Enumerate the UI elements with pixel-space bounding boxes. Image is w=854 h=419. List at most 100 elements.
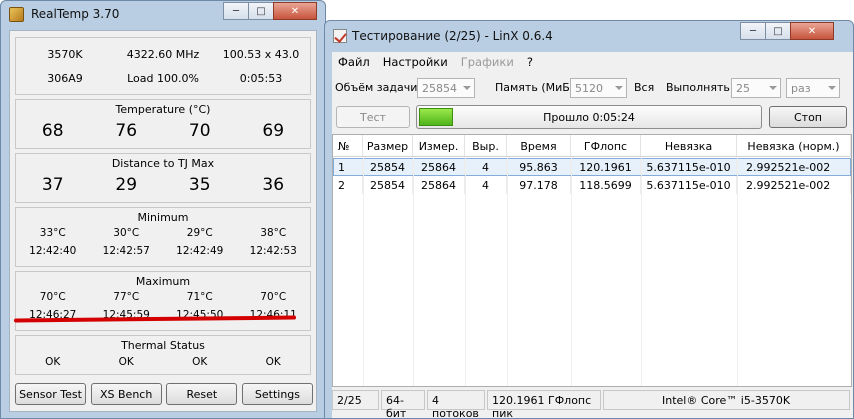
grid-line [465,157,466,386]
stop-button[interactable]: Стоп [769,106,847,128]
table-header: № Размер Измер. Выр. Время ГФлопс Невязк… [333,135,851,157]
table-cell: 5.637115e-010 [641,176,737,194]
test-parameters: Объём задачи: 25854 Память (МиБ): 5120 В… [332,76,853,100]
cpu-load: Load 100.0% [127,72,199,85]
grid-line [507,157,508,386]
status-bar: 2/25 64-бит 4 потоков 120.1961 ГФлопс пи… [332,389,852,419]
core1-max-temp: 77°C [113,291,140,303]
maximize-icon[interactable]: □ [248,2,274,20]
minimize-icon[interactable]: ─ [740,22,766,40]
temperature-panel: Temperature (°C) 68 76 70 69 [15,99,311,149]
test-button: Тест [336,106,410,128]
chevron-down-icon [463,86,471,90]
table-row[interactable]: 1 25854 25864 4 95.863 120.1961 5.637115… [333,158,851,176]
table-cell: 25864 [413,158,465,176]
memory-value: 5120 [575,82,603,95]
table-cell: 120.1961 [571,158,641,176]
results-table[interactable]: № Размер Измер. Выр. Время ГФлопс Невязк… [332,134,852,387]
core3-min-temp: 38°C [260,227,287,239]
table-cell: 2 [333,176,363,194]
core3-distance: 36 [262,175,285,195]
core0-thermal-status: OK [45,356,61,368]
run-unit-value: раз [791,82,811,95]
progress-text: Прошло 0:05:24 [543,111,635,124]
distance-title: Distance to TJ Max [111,157,215,170]
realtemp-body: 3570K 4322.60 MHz 100.53 x 43.0 306A9 Lo… [9,30,317,412]
core0-distance: 37 [41,175,64,195]
column-header[interactable]: Измер. [413,135,465,156]
linx-title: Тестирование (2/25) - LinX 0.6.4 [352,29,553,43]
cpu-multiplier: 100.53 x 43.0 [222,48,300,61]
xs-bench-button[interactable]: XS Bench [90,383,162,405]
column-header[interactable]: Невязка [641,135,737,156]
table-row[interactable]: 2 25854 25864 4 97.178 118.5699 5.637115… [333,176,851,194]
status-bitness: 64-бит [381,390,425,419]
grid-line [363,157,364,386]
status-peak-gflops: 120.1961 ГФлопс пик [487,390,601,419]
core3-thermal-status: OK [265,356,281,368]
minimize-icon[interactable]: ─ [223,2,249,20]
task-size-value: 25854 [422,82,457,95]
table-cell: 4 [465,158,507,176]
table-cell: 118.5699 [571,176,641,194]
memory-label: Память (МиБ): [495,81,578,94]
core1-distance: 29 [115,175,138,195]
core2-thermal-status: OK [192,356,208,368]
table-cell: 5.637115e-010 [641,158,737,176]
core0-max-temp: 70°C [39,291,66,303]
core2-max-temp: 71°C [186,291,213,303]
column-header[interactable]: Размер [363,135,413,156]
core2-min-temp: 29°C [186,227,213,239]
memory-combo: 5120 [570,78,627,98]
column-header[interactable]: ГФлопс [571,135,641,156]
all-memory-label: Вся [634,81,655,94]
linx-window: Тестирование (2/25) - LinX 0.6.4 ─ □ ✕ Ф… [324,20,854,419]
core1-min-temp: 30°C [113,227,140,239]
chevron-down-icon [615,86,623,90]
column-header[interactable]: № [333,135,363,156]
core0-min-temp: 33°C [39,227,66,239]
column-header[interactable]: Выр. [465,135,507,156]
grid-line [737,157,738,386]
status-progress: 2/25 [332,390,379,410]
menu-help[interactable]: ? [521,52,540,72]
core2-temp: 70 [188,121,211,141]
close-icon[interactable]: ✕ [790,22,834,40]
maximum-title: Maximum [135,275,191,288]
task-size-label: Объём задачи: [335,81,422,94]
core2-min-time: 12:42:49 [176,245,224,257]
status-cpu-name: Intel® Core™ i5-3570K [603,390,850,410]
reset-button[interactable]: Reset [166,383,238,405]
minimum-title: Minimum [137,211,189,224]
realtemp-titlebar[interactable]: RealTemp 3.70 ─ □ ✕ [1,1,325,29]
core3-max-temp: 70°C [260,291,287,303]
close-icon[interactable]: ✕ [273,2,317,20]
status-threads: 4 потоков [427,390,485,419]
sensor-test-button[interactable]: Sensor Test [15,383,86,405]
cpu-info-panel: 3570K 4322.60 MHz 100.53 x 43.0 306A9 Lo… [15,37,311,95]
distance-panel: Distance to TJ Max 37 29 35 36 [15,153,311,203]
core1-temp: 76 [115,121,138,141]
thermal-status-title: Thermal Status [121,339,205,352]
table-cell: 1 [333,158,363,176]
maximize-icon[interactable]: □ [765,22,791,40]
column-header[interactable]: Невязка (норм.) [737,135,851,156]
menu-settings[interactable]: Настройки [377,52,455,72]
table-cell: 97.178 [507,176,571,194]
menu-file[interactable]: Файл [332,52,377,72]
grid-line [641,157,642,386]
table-cell: 25864 [413,176,465,194]
table-cell: 25854 [363,176,413,194]
menu-bar: Файл Настройки Графики ? [332,52,853,72]
table-cell: 2.992521e-002 [737,158,851,176]
core0-temp: 68 [41,121,64,141]
column-header[interactable]: Время [507,135,571,156]
table-cell: 25854 [363,158,413,176]
run-count-combo: 25 [731,78,781,98]
chevron-down-icon [769,86,777,90]
linx-titlebar[interactable]: Тестирование (2/25) - LinX 0.6.4 ─ □ ✕ [325,21,853,51]
settings-button[interactable]: Settings [241,383,313,405]
cpu-frequency: 4322.60 MHz [126,48,200,61]
controls-row: Тест Прошло 0:05:24 Стоп [332,104,853,130]
run-count-value: 25 [736,82,750,95]
